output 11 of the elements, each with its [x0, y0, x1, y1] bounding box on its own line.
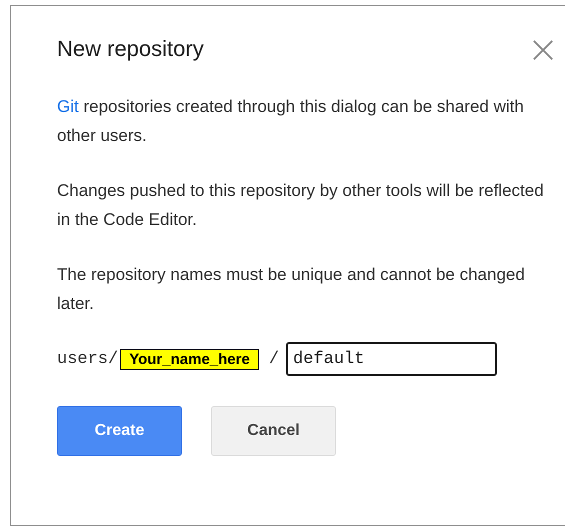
- paragraph: The repository names must be unique and cannot be changed later.: [57, 264, 526, 315]
- paragraph: Changes pushed to this repository by other tools will be reflected in the Code Editor.: [57, 180, 545, 231]
- paragraph: Git repositories created through this dialog can be shared with other users.: [57, 96, 525, 147]
- path-separator: /: [268, 350, 280, 368]
- create-button[interactable]: Create: [57, 406, 182, 456]
- git-link[interactable]: Git: [57, 97, 79, 116]
- path-prefix: users/: [57, 350, 118, 368]
- repository-name-field[interactable]: default: [286, 342, 498, 376]
- cancel-button[interactable]: Cancel: [211, 406, 336, 456]
- name-label: Your_name_here: [120, 348, 259, 370]
- dialog-title: New repository: [57, 36, 204, 62]
